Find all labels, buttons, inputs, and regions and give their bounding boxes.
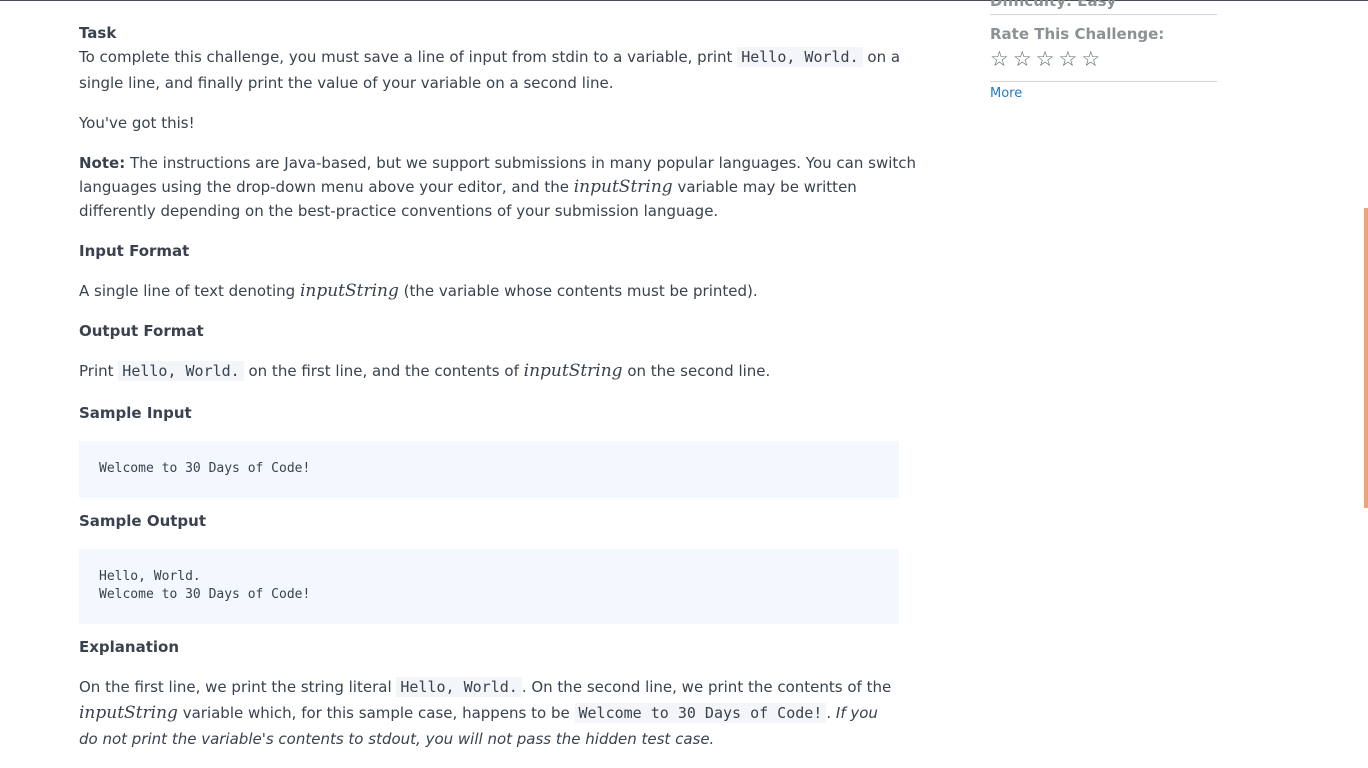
note-text: languages using the drop-down menu above… [79,178,569,196]
output-format-heading: Output Format [79,322,204,340]
inline-code: Hello, World. [396,677,522,697]
explanation-text: On the first line, we print the string l… [79,678,392,696]
sidebar-divider [990,14,1217,15]
sidebar-divider [990,81,1217,82]
star-icon[interactable]: ☆ [990,47,1009,71]
sample-output-line: Welcome to 30 Days of Code! [99,587,311,602]
task-line-1: To complete this challenge, you must sav… [79,45,900,69]
more-link[interactable]: More [990,86,1022,101]
note-line-1: Note: The instructions are Java-based, b… [79,151,916,175]
math-variable: inputString [299,281,399,301]
inline-code: Hello, World. [737,47,863,67]
star-icon[interactable]: ☆ [1013,47,1032,71]
output-format-part: Print [79,362,114,380]
rating-stars: ☆ ☆ ☆ ☆ ☆ [990,47,1100,71]
note-text: The instructions are Java-based, but we … [129,154,917,172]
explanation-emphasis: If you [835,704,878,722]
explanation-text: . On the second line, we print the conte… [521,678,892,696]
star-icon[interactable]: ☆ [1058,47,1077,71]
sample-input-block[interactable]: Welcome to 30 Days of Code! [79,441,899,498]
note-line-3: differently depending on the best-practi… [79,202,719,220]
note-line-2: languages using the drop-down menu above… [79,175,857,199]
inline-code: Welcome to 30 Days of Code! [574,703,827,723]
task-text: on a [867,48,901,66]
note-label: Note: [79,154,126,172]
task-text: To complete this challenge, you must sav… [79,48,733,66]
output-format-part: on the first line, and the contents of [248,362,519,380]
inline-code: Hello, World. [118,361,244,381]
input-format-part: A single line of text denoting [79,282,296,300]
task-heading: Task [79,24,117,42]
rate-label: Rate This Challenge: [990,25,1165,43]
star-icon[interactable]: ☆ [1036,47,1055,71]
output-format-text: Print Hello, World. on the first line, a… [79,359,770,383]
explanation-heading: Explanation [79,638,180,656]
math-variable: inputString [79,703,178,723]
explanation-text: variable which, for this sample case, ha… [182,704,570,722]
output-format-part: on the second line. [627,362,771,380]
explanation-line-3: do not print the variable's contents to … [79,730,715,748]
input-format-part: (the variable whose contents must be pri… [403,282,758,300]
explanation-text: . [826,704,832,722]
note-text: variable may be written [677,178,857,196]
sample-output-heading: Sample Output [79,512,207,530]
input-format-text: A single line of text denoting inputStri… [79,279,758,303]
sample-output-block[interactable]: Hello, World. Welcome to 30 Days of Code… [79,549,899,624]
sample-output-line: Hello, World. [99,569,201,584]
page-scrollbar[interactable] [1364,208,1368,508]
sample-input-line: Welcome to 30 Days of Code! [99,461,311,476]
sample-input-heading: Sample Input [79,404,192,422]
explanation-line-1: On the first line, we print the string l… [79,675,891,699]
task-line-2: single line, and finally print the value… [79,74,614,92]
math-variable: inputString [573,177,673,197]
explanation-line-2: inputString variable which, for this sam… [79,701,878,725]
star-icon[interactable]: ☆ [1081,47,1100,71]
difficulty-label: Difficulty: Easy [990,0,1117,10]
top-border [0,0,1368,1]
math-variable: inputString [523,361,623,381]
encouragement: You've got this! [79,114,195,132]
input-format-heading: Input Format [79,242,190,260]
